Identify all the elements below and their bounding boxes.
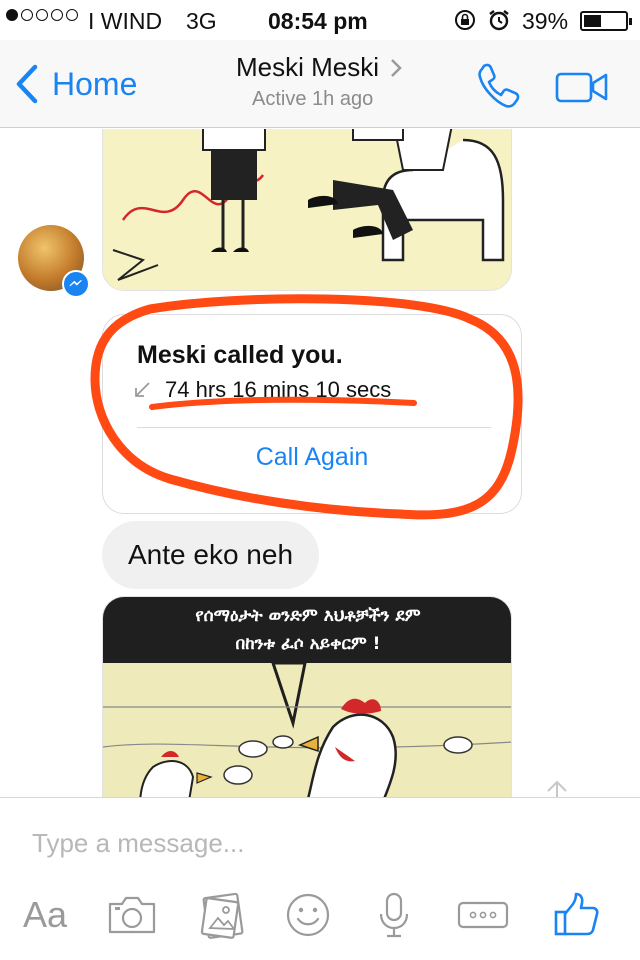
gallery-icon[interactable] <box>198 890 246 940</box>
network-type: 3G <box>186 8 217 34</box>
battery-fill <box>584 15 602 27</box>
alarm-icon <box>489 10 509 31</box>
comic-caption-line1: የሰማዕታት ወንድም እህቶቻችን ደም <box>195 606 420 626</box>
comic-image-message[interactable] <box>102 129 512 291</box>
missed-call-card: Meski called you. 74 hrs 16 mins 10 secs… <box>102 314 522 514</box>
call-card-title: Meski called you. <box>137 341 343 369</box>
microphone-icon[interactable] <box>376 890 412 940</box>
comic-illustration <box>103 129 511 290</box>
text-message-bubble[interactable]: Ante eko neh <box>102 521 320 589</box>
composer-toolbar: Aa <box>0 880 640 950</box>
call-duration: 74 hrs 16 mins 10 secs <box>165 377 392 402</box>
battery-percent: 39% <box>522 8 569 34</box>
back-label: Home <box>52 65 138 102</box>
conversation-header: Home Meski Meski Active 1h ago <box>0 40 640 128</box>
clock: 08:54 pm <box>268 8 368 34</box>
status-bar: I WIND 3G 08:54 pm 39% <box>0 0 640 40</box>
incoming-call-arrow-icon <box>135 382 150 397</box>
card-divider <box>137 427 491 428</box>
active-status: Active 1h ago <box>252 88 374 110</box>
comic-image-message-2[interactable]: የሰማዕታት ወንድም እህቶቻችን ደም በከንቱ ፈሶ አይቀርም ! <box>102 596 512 797</box>
carrier-name: I WIND <box>88 8 163 34</box>
message-input[interactable] <box>32 828 592 859</box>
contact-name-button[interactable]: Meski Meski <box>236 52 403 83</box>
chevron-left-icon <box>16 64 38 104</box>
message-list[interactable]: Meski called you. 74 hrs 16 mins 10 secs… <box>0 129 640 797</box>
comic-illustration-2: የሰማዕታት ወንድም እህቶቻችን ደም በከንቱ ፈሶ አይቀርም ! <box>103 597 511 797</box>
more-icon[interactable] <box>456 890 510 940</box>
battery-icon <box>580 11 632 31</box>
phone-icon[interactable] <box>474 60 524 110</box>
contact-name: Meski Meski <box>236 52 380 82</box>
video-call-icon[interactable] <box>554 68 610 106</box>
like-icon[interactable] <box>552 890 602 940</box>
back-button[interactable]: Home <box>14 64 137 104</box>
call-again-button[interactable]: Call Again <box>103 443 521 472</box>
camera-icon[interactable] <box>106 890 158 940</box>
message-composer: Aa <box>0 797 640 960</box>
aa-text-icon[interactable]: Aa <box>18 890 72 940</box>
comic-caption-line2: በከንቱ ፈሶ አይቀርም ! <box>236 634 381 654</box>
messenger-badge-icon <box>62 270 90 298</box>
rotation-lock-icon <box>455 10 475 30</box>
signal-strength-icon <box>6 9 78 21</box>
chevron-right-icon <box>391 58 402 77</box>
call-duration-row: 74 hrs 16 mins 10 secs <box>133 377 391 403</box>
emoji-icon[interactable] <box>284 890 332 940</box>
